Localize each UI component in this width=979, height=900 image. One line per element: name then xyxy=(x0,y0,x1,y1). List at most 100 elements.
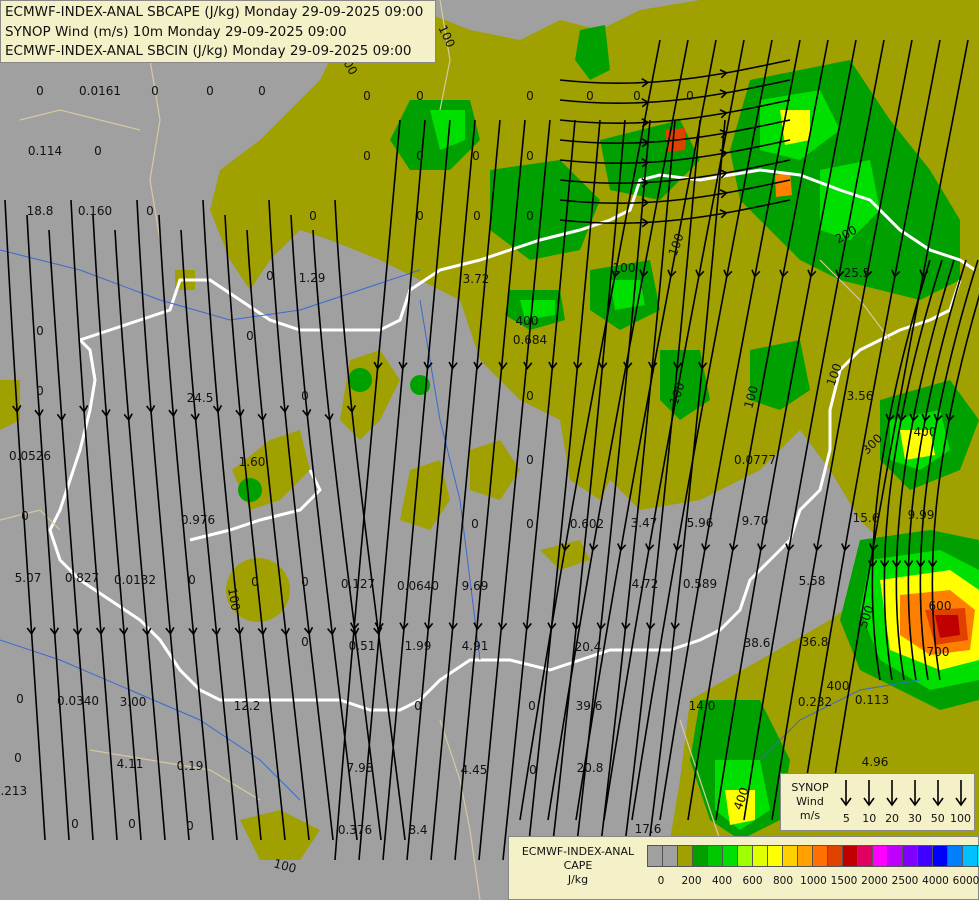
cape-tick-label: 2000 xyxy=(861,875,888,887)
cape-tick-label: 2500 xyxy=(891,875,919,887)
sbcin-value-label: 7.98 xyxy=(347,761,374,775)
cape-tick-label: 600 xyxy=(742,875,763,887)
sbcin-value-label: 9.70 xyxy=(742,514,769,528)
sbcin-value-label: 0 xyxy=(94,144,102,158)
sbcin-value-label: 0.0640 xyxy=(397,579,439,593)
sbcin-value-label: 0 xyxy=(151,84,159,98)
sbcin-value-label: 0 xyxy=(21,509,29,523)
cape-swatch xyxy=(888,846,903,866)
sbcin-value-label: 25.5 xyxy=(844,266,871,280)
sbcin-value-label: 0 xyxy=(586,89,594,103)
cape-tick-label: 1000 xyxy=(800,875,827,887)
sbcin-value-label: 14.0 xyxy=(689,699,716,713)
cape-swatch xyxy=(933,846,948,866)
cape-swatch xyxy=(828,846,843,866)
sbcin-value-label: 0.0526 xyxy=(9,449,51,463)
sbcin-value-label: 0 xyxy=(633,89,641,103)
sbcin-value-label: 1.29 xyxy=(299,271,326,285)
sbcin-value-label: 0 xyxy=(251,575,259,589)
synop-legend-cells: 5 10 20 30 50 100 xyxy=(835,778,972,828)
synop-speed-label: 5 xyxy=(842,812,850,825)
cape-swatch xyxy=(858,846,873,866)
sbcin-value-label: 0 xyxy=(258,84,266,98)
cape-swatch xyxy=(663,846,678,866)
sbcin-value-label: 0 xyxy=(414,699,422,713)
cape-tick-label: 200 xyxy=(681,875,702,887)
cape-tick-label: 6000 xyxy=(952,875,979,887)
cin-title: ECMWF-INDEX-ANAL SBCIN (J/kg) Monday 29-… xyxy=(5,43,412,59)
wind-arrow-icon xyxy=(909,780,921,807)
sbcin-value-label: 5.96 xyxy=(687,516,714,530)
synop-wind-legend: SYNOP Wind m/s 5 10 20 30 50 100 xyxy=(780,773,975,831)
cape-swatch xyxy=(738,846,753,866)
sbcin-value-label: 0 xyxy=(301,575,309,589)
sbcin-value-label: 0 xyxy=(128,817,136,831)
sbcin-value-label: 0.114 xyxy=(28,144,62,158)
cape-contour-label: 400 xyxy=(914,425,937,439)
sbcin-value-label: 0 xyxy=(36,384,44,398)
synop-speed-label: 10 xyxy=(862,812,877,825)
sbcin-value-label: 0.0777 xyxy=(734,453,776,467)
wind-arrow-icon xyxy=(954,780,967,807)
sbcin-value-label: 17.6 xyxy=(635,822,662,836)
sbcin-value-label: 0 xyxy=(526,89,534,103)
synop-legend-item: 10 xyxy=(858,778,881,828)
sbcin-value-label: 0.976 xyxy=(181,513,215,527)
sbcin-value-label: 5.07 xyxy=(15,571,42,585)
sbcin-value-label: 8.4 xyxy=(408,823,427,837)
synop-speed-label: 20 xyxy=(885,812,900,825)
sbcin-value-label: 0 xyxy=(471,517,479,531)
sbcin-value-label: 0 xyxy=(309,209,317,223)
sbcin-value-label: 0 xyxy=(416,89,424,103)
sbcin-value-label: 0 xyxy=(526,389,534,403)
sbcin-value-label: 4.11 xyxy=(117,757,144,771)
sbcin-value-label: 3.00 xyxy=(120,695,147,709)
sbcin-value-label: 12.2 xyxy=(234,699,261,713)
sbcin-value-label: 0 xyxy=(363,149,371,163)
cape-tick-label: 1500 xyxy=(830,875,858,887)
sbcin-value-label: 0 xyxy=(363,89,371,103)
wind-arrow-icon xyxy=(840,780,853,807)
cape-swatch xyxy=(903,846,918,866)
cape-swatch xyxy=(783,846,798,866)
sbcin-value-label: 24.5 xyxy=(187,391,214,405)
cape-contour-label: 400 xyxy=(516,314,539,328)
wind-arrow-icon xyxy=(886,780,898,807)
synop-speed-label: 100 xyxy=(950,812,972,825)
cape-swatch xyxy=(918,846,933,866)
sbcin-value-label: 0 xyxy=(36,324,44,338)
sbcin-value-label: 0 xyxy=(526,453,534,467)
sbcin-value-label: 0.19 xyxy=(177,759,204,773)
sbcin-value-label: 0.160 xyxy=(78,204,112,218)
sbcin-value-label: 20.4 xyxy=(575,640,602,654)
sbcin-value-label: 0 xyxy=(71,817,79,831)
sbcin-value-label: 0.0161 xyxy=(79,84,121,98)
sbcin-value-label: 39.6 xyxy=(576,699,603,713)
cape-tick-label: 4000 xyxy=(922,875,949,887)
cape-legend-title: ECMWF-INDEX-ANAL CAPE J/kg xyxy=(521,845,635,886)
sbcin-value-label: 0 xyxy=(416,209,424,223)
cape-tick-label: 400 xyxy=(711,875,733,887)
cape-swatch xyxy=(963,846,978,866)
sbcin-value-label: 4.45 xyxy=(461,763,488,777)
map-title-box: ECMWF-INDEX-ANAL SBCAPE (J/kg) Monday 29… xyxy=(0,0,436,63)
sbcin-value-label: 0 xyxy=(526,149,534,163)
cape-swatch xyxy=(723,846,738,866)
sbcin-value-label: 0 xyxy=(472,149,480,163)
sbcin-value-label: 0 xyxy=(301,635,309,649)
sbcin-value-label: 18.8 xyxy=(27,204,54,218)
sbcin-value-label: 5.58 xyxy=(799,574,826,588)
cape-swatch xyxy=(648,846,663,866)
sbcin-value-label: 0 xyxy=(14,751,22,765)
weather-map: 0 0.0161 0 0 0 0.114 0 18.8 0.160 0 0 0 0.0526 0 5.07 0… xyxy=(0,0,979,900)
sbcin-value-label: 0 xyxy=(473,209,481,223)
cape-tick-labels: 0 200 400 600 800 1000 1500 2000 2500 4000 6000 xyxy=(647,875,979,889)
cape-contour-label: 100 xyxy=(613,261,636,275)
sbcin-value-label: 0.0340 xyxy=(57,694,99,708)
cape-swatch xyxy=(813,846,828,866)
cape-swatch xyxy=(753,846,768,866)
sbcin-value-label: 0 xyxy=(16,692,24,706)
sbcin-value-label: 0 xyxy=(186,819,194,833)
sbcin-value-label: 0.589 xyxy=(683,577,717,591)
synop-legend-item: 5 xyxy=(835,778,858,828)
